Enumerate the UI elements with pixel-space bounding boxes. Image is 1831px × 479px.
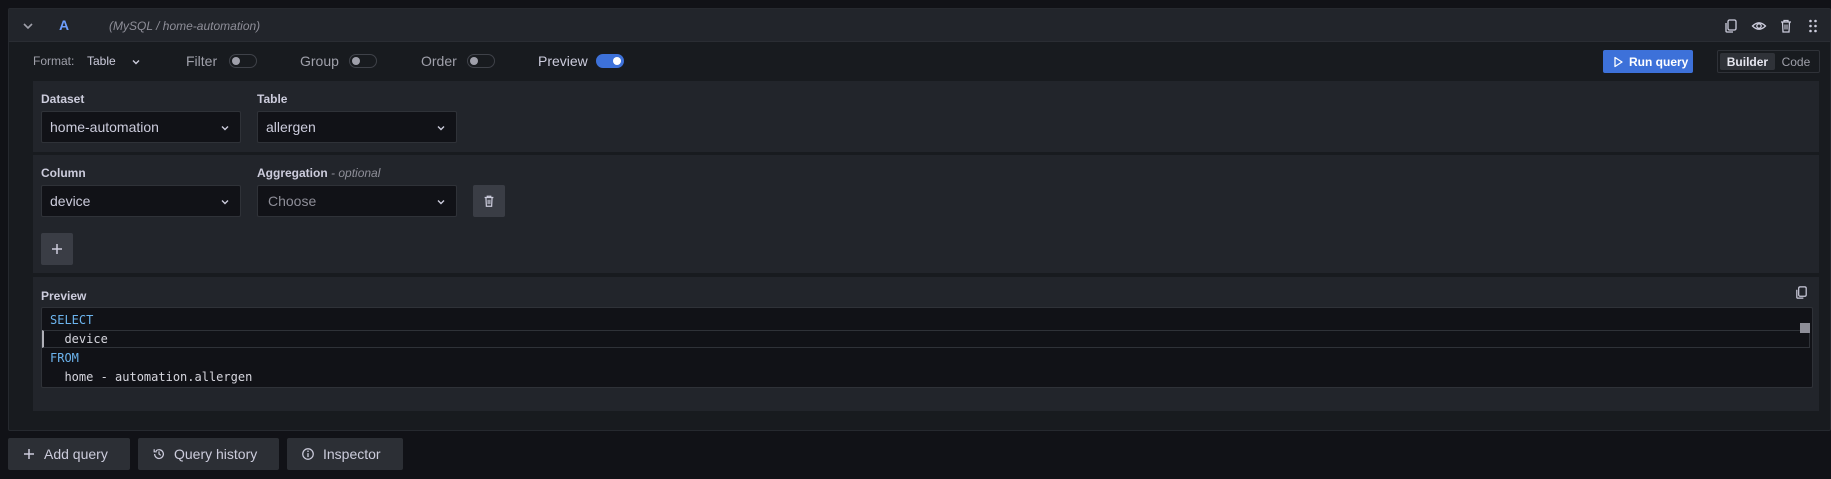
- order-toggle[interactable]: [467, 54, 495, 68]
- table-label: Table: [257, 92, 288, 106]
- group-label: Group: [300, 53, 339, 69]
- sql-preview[interactable]: SELECT device FROM home - automation.all…: [41, 307, 1813, 388]
- column-label: Column: [41, 166, 86, 180]
- info-icon: [302, 448, 314, 460]
- builder-mode-tab[interactable]: Builder: [1720, 53, 1775, 70]
- sql-line: home - automation.allergen: [50, 370, 253, 384]
- chevron-down-icon[interactable]: [131, 57, 141, 67]
- query-header: A (MySQL / home-automation): [9, 9, 1830, 42]
- optional-hint: - optional: [331, 166, 381, 180]
- inspector-label: Inspector: [323, 446, 381, 462]
- add-column-button[interactable]: [41, 233, 73, 265]
- preview-toggle[interactable]: [596, 54, 624, 68]
- editor-minimap-marker: [1800, 323, 1810, 333]
- add-query-label: Add query: [44, 446, 108, 462]
- format-label: Format:: [33, 54, 75, 68]
- preview-label: Preview: [538, 53, 588, 69]
- dataset-select[interactable]: home-automation: [41, 111, 241, 143]
- chevron-down-icon: [221, 200, 229, 205]
- sql-line: SELECT: [50, 313, 94, 327]
- trash-icon[interactable]: [1778, 18, 1794, 34]
- filter-toggle[interactable]: [229, 54, 257, 68]
- sql-line: device: [50, 332, 108, 346]
- table-value: allergen: [266, 119, 316, 135]
- chevron-down-icon: [437, 200, 445, 205]
- remove-column-button[interactable]: [473, 185, 505, 217]
- query-datasource: (MySQL / home-automation): [109, 19, 261, 33]
- aggregation-label: Aggregation - optional: [257, 166, 380, 180]
- query-history-label: Query history: [174, 446, 258, 462]
- aggregation-select[interactable]: Choose: [257, 185, 457, 217]
- editor-mode-switch: Builder Code: [1717, 50, 1820, 73]
- aggregation-label-text: Aggregation: [257, 166, 328, 180]
- eye-icon[interactable]: [1751, 18, 1767, 34]
- plus-icon: [24, 449, 34, 459]
- play-icon: [1614, 56, 1623, 67]
- group-toggle[interactable]: [349, 54, 377, 68]
- column-select[interactable]: device: [41, 185, 241, 217]
- format-select[interactable]: Table: [87, 54, 116, 68]
- preview-title: Preview: [41, 289, 87, 303]
- copy-icon[interactable]: [1723, 18, 1739, 34]
- add-query-button[interactable]: Add query: [8, 438, 130, 470]
- plus-icon: [52, 244, 62, 254]
- aggregation-placeholder: Choose: [268, 193, 317, 209]
- current-line-highlight: [42, 330, 1810, 348]
- filter-label: Filter: [186, 53, 218, 69]
- order-label: Order: [421, 53, 457, 69]
- run-query-button[interactable]: Run query: [1603, 50, 1693, 73]
- dataset-value: home-automation: [50, 119, 159, 135]
- run-query-label: Run query: [1629, 54, 1689, 69]
- history-icon: [153, 449, 164, 460]
- chevron-down-icon: [221, 126, 229, 131]
- chevron-down-icon[interactable]: [20, 18, 36, 34]
- chevron-down-icon: [437, 126, 445, 131]
- inspector-button[interactable]: Inspector: [287, 438, 403, 470]
- trash-icon: [484, 195, 494, 207]
- drag-handle-icon[interactable]: [1805, 18, 1821, 34]
- dataset-label: Dataset: [41, 92, 85, 106]
- sql-line: FROM: [50, 351, 79, 365]
- column-value: device: [50, 193, 91, 209]
- copy-icon[interactable]: [1794, 285, 1809, 300]
- query-name[interactable]: A: [59, 17, 69, 33]
- table-select[interactable]: allergen: [257, 111, 457, 143]
- code-mode-tab[interactable]: Code: [1775, 53, 1817, 70]
- query-history-button[interactable]: Query history: [138, 438, 279, 470]
